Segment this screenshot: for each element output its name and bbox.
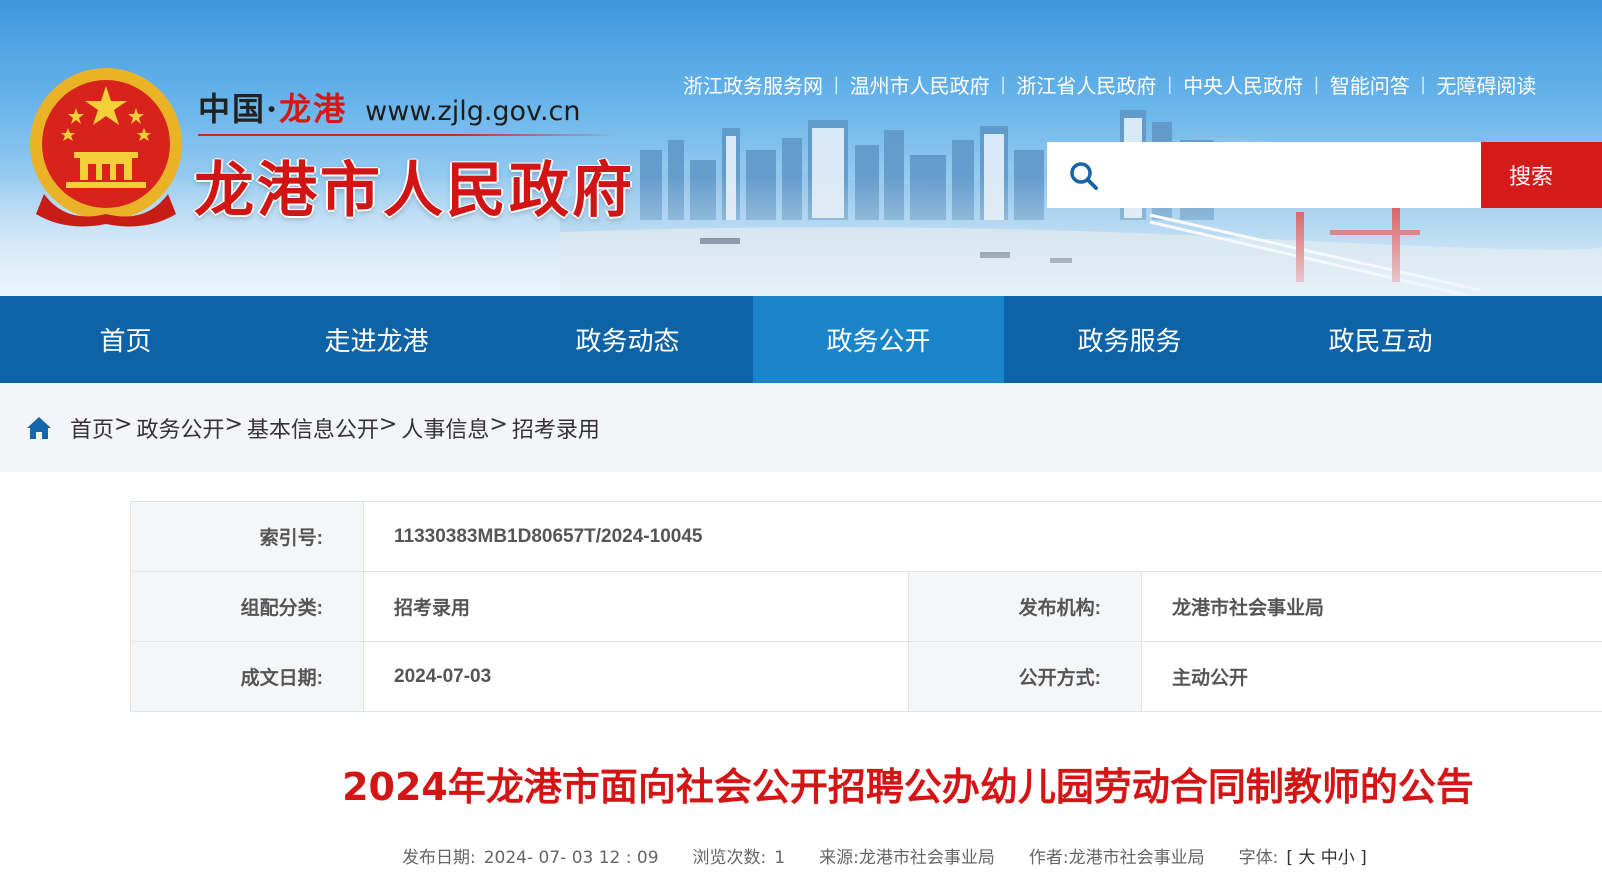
- meta-date-value: 2024-07-03: [394, 665, 492, 687]
- top-link-wenzhou[interactable]: 温州市人民政府: [839, 70, 1001, 99]
- site-title: 龙港市人民政府: [194, 156, 635, 226]
- breadcrumb-personnel[interactable]: 人事信息: [401, 412, 489, 444]
- breadcrumb: 首页 > 政务公开 > 基本信息公开 > 人事信息 > 招考录用: [70, 412, 600, 444]
- publish-date: 发布日期: 2024- 07- 03 12 : 09: [402, 848, 659, 868]
- nav-item-gov-news[interactable]: 政务动态: [502, 296, 753, 383]
- meta-row-index: 索引号: 11330383MB1D80657T/2024-10045: [130, 502, 1602, 572]
- meta-category-label: 组配分类:: [130, 572, 364, 641]
- font-size-small[interactable]: 小: [1338, 848, 1355, 868]
- home-icon[interactable]: [26, 415, 52, 441]
- breadcrumb-separator: >: [224, 412, 243, 437]
- breadcrumb-separator: >: [489, 412, 508, 437]
- view-count: 浏览次数: 1: [692, 848, 786, 868]
- meta-index-label: 索引号:: [130, 502, 364, 571]
- meta-category-value: 招考录用: [394, 598, 471, 619]
- top-link-accessibility[interactable]: 无障碍阅读: [1425, 70, 1547, 99]
- article-info-bar: 发布日期: 2024- 07- 03 12 : 09 浏览次数: 1 来源:龙港市社…: [402, 843, 1367, 868]
- top-link-central[interactable]: 中央人民政府: [1172, 70, 1314, 99]
- nav-item-home[interactable]: 首页: [0, 296, 251, 383]
- top-links: 浙江政务服务网 | 温州市人民政府 | 浙江省人民政府 | 中央人民政府 | 智…: [672, 70, 1547, 99]
- meta-disclosure-value: 主动公开: [1172, 668, 1249, 689]
- nav-item-interaction[interactable]: 政民互动: [1255, 296, 1506, 383]
- top-link-smart-qa[interactable]: 智能问答: [1319, 70, 1421, 99]
- top-link-zhejiang[interactable]: 浙江省人民政府: [1005, 70, 1167, 99]
- national-emblem-icon: [30, 68, 182, 227]
- meta-publisher-value: 龙港市社会事业局: [1172, 598, 1325, 619]
- article-author: 作者:龙港市社会事业局: [1028, 848, 1205, 868]
- font-size-control: 字体:[ 大 中小 ]: [1238, 848, 1367, 868]
- breadcrumb-home[interactable]: 首页: [70, 412, 114, 444]
- breadcrumb-gov-disclosure[interactable]: 政务公开: [136, 412, 224, 444]
- meta-row-date: 成文日期: 2024-07-03 公开方式: 主动公开: [130, 642, 1602, 712]
- article-source: 来源:龙港市社会事业局: [819, 848, 995, 868]
- search-icon: [1070, 162, 1098, 190]
- breadcrumb-recruitment[interactable]: 招考录用: [512, 412, 600, 444]
- search-input[interactable]: [1047, 142, 1481, 208]
- meta-publisher-label: 发布机构:: [908, 572, 1142, 641]
- meta-disclosure-label: 公开方式:: [908, 642, 1142, 711]
- search-button[interactable]: 搜索: [1481, 142, 1602, 208]
- main-nav: 首页 走进龙港 政务动态 政务公开 政务服务 政民互动: [0, 296, 1602, 383]
- font-size-medium[interactable]: 中: [1321, 848, 1338, 868]
- nav-item-about-longgang[interactable]: 走进龙港: [251, 296, 502, 383]
- article-title: 2024年龙港市面向社会公开招聘公办幼儿园劳动合同制教师的公告: [342, 765, 1474, 809]
- document-meta-table: 索引号: 11330383MB1D80657T/2024-10045 组配分类:…: [130, 501, 1602, 712]
- nav-item-gov-disclosure[interactable]: 政务公开: [753, 296, 1004, 383]
- site-url: www.zjlg.gov.cn: [365, 96, 581, 127]
- meta-date-label: 成文日期:: [130, 642, 364, 711]
- breadcrumb-basic-info[interactable]: 基本信息公开: [247, 412, 379, 444]
- site-cn-name: 中国·龙港: [198, 90, 348, 128]
- breadcrumb-separator: >: [114, 412, 133, 437]
- meta-index-value: 11330383MB1D80657T/2024-10045: [394, 525, 703, 547]
- title-divider: [198, 134, 618, 136]
- top-link-zjzwfw[interactable]: 浙江政务服务网: [672, 70, 834, 99]
- font-size-large[interactable]: 大: [1298, 848, 1315, 868]
- nav-item-gov-services[interactable]: 政务服务: [1004, 296, 1255, 383]
- site-name-line: 中国·龙港 www.zjlg.gov.cn: [198, 84, 581, 130]
- meta-row-category: 组配分类: 招考录用 发布机构: 龙港市社会事业局: [130, 572, 1602, 642]
- breadcrumb-separator: >: [378, 412, 398, 437]
